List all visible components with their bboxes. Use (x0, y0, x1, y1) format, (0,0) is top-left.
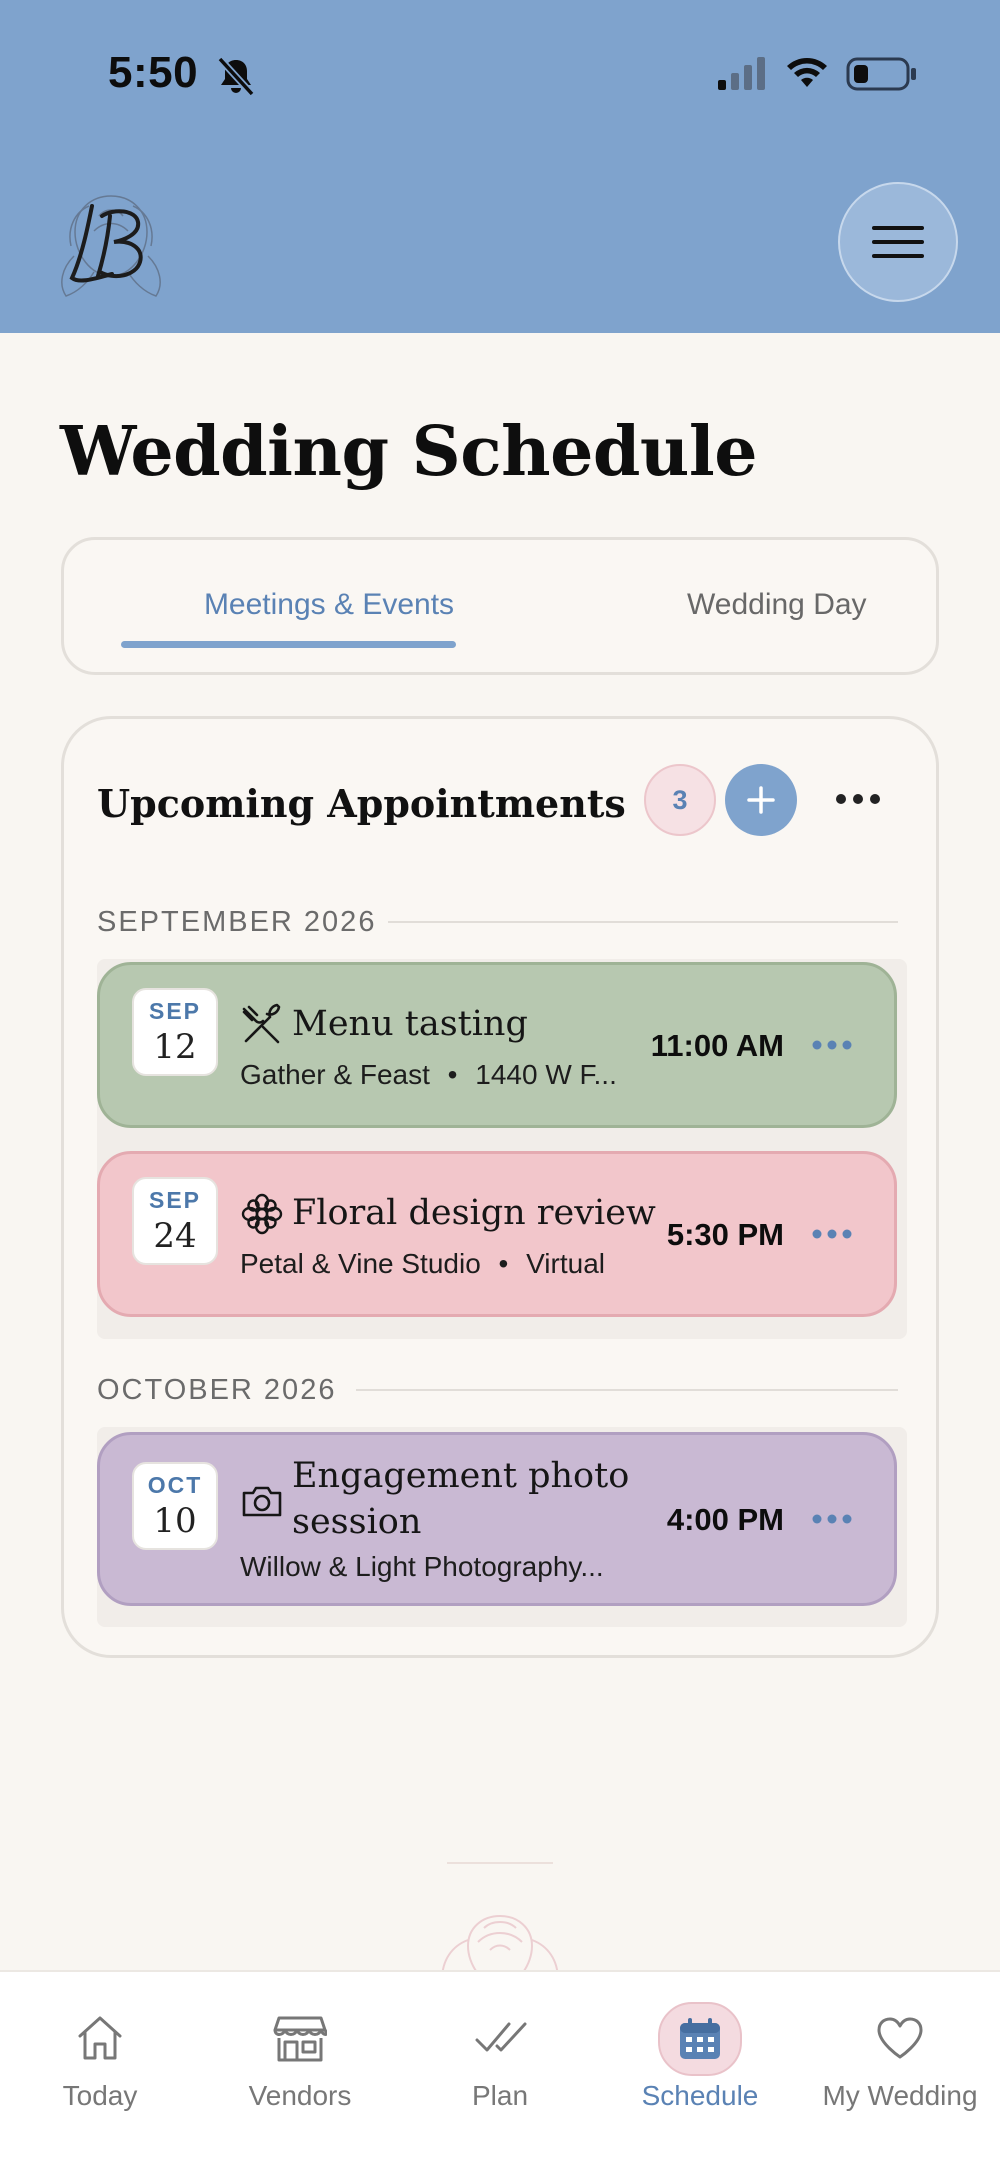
appointment-more-icon[interactable] (810, 1035, 854, 1055)
tab-wedding-day[interactable]: Wedding Day (584, 588, 974, 622)
hamburger-icon (872, 226, 924, 258)
appointment-menu-tasting[interactable]: SEP 12 Menu tasting Gather & Feast • 144… (97, 962, 897, 1128)
plus-icon (747, 786, 775, 814)
nav-label: Plan (471, 2080, 529, 2111)
appointment-details: Petal & Vine Studio • Virtual (240, 1248, 605, 1280)
more-horizontal-icon (836, 794, 880, 804)
active-tab-indicator (121, 641, 456, 648)
nav-label: My Wedding (822, 2080, 978, 2111)
appointment-title: Engagement photo session (292, 1453, 629, 1545)
lb-monogram-logo (61, 195, 161, 297)
appointment-location: 1440 W F... (475, 1059, 617, 1090)
separator: • (447, 1059, 458, 1090)
nav-label: Vendors (248, 2080, 352, 2111)
hamburger-menu-button[interactable] (838, 182, 958, 302)
nav-item-plan[interactable]: Plan (400, 1972, 600, 2168)
status-time: 5:50 (108, 48, 199, 97)
card-more-button[interactable] (828, 779, 888, 819)
appointment-more-icon[interactable] (810, 1224, 854, 1244)
double-check-icon (470, 2008, 530, 2068)
appointment-title: Floral design review (292, 1193, 656, 1233)
date-tile: OCT 10 (132, 1462, 218, 1550)
appointment-floral-design-review[interactable]: SEP 24 Floral design review Petal & Vine… (97, 1151, 897, 1317)
nav-item-my-wedding[interactable]: My Wedding (800, 1972, 1000, 2168)
month-label-october: OCTOBER 2026 (97, 1374, 337, 1406)
appointment-vendor: Petal & Vine Studio (240, 1248, 481, 1279)
nav-label: Today (62, 2080, 138, 2111)
camera-icon (242, 1486, 282, 1517)
appointment-vendor: Willow & Light Photography... (240, 1551, 604, 1582)
appointment-more-icon[interactable] (810, 1509, 854, 1529)
date-day: 24 (153, 1216, 197, 1256)
date-tile: SEP 24 (132, 1177, 218, 1265)
utensils-icon (242, 1003, 281, 1044)
appointment-vendor: Gather & Feast (240, 1059, 430, 1090)
bell-slash-icon (217, 56, 255, 97)
date-day: 10 (153, 1501, 197, 1541)
appointment-details: Willow & Light Photography... (240, 1551, 604, 1583)
appointment-engagement-photo-session[interactable]: OCT 10 Engagement photo session Willow &… (97, 1432, 897, 1606)
appointment-time: 5:30 PM (666, 1217, 784, 1252)
nav-item-today[interactable]: Today (0, 1972, 200, 2168)
appointment-title-line2: session (292, 1502, 422, 1542)
footer-divider (447, 1862, 553, 1864)
appointment-location: Virtual (526, 1248, 605, 1279)
battery-icon (846, 57, 916, 91)
bottom-navigation: Today Vendors Plan Schedule My Wedding (0, 1970, 1000, 2168)
date-month: SEP (148, 1187, 202, 1213)
wifi-icon (787, 58, 827, 87)
tab-meetings-events[interactable]: Meetings & Events (164, 588, 494, 622)
cellular-signal-icon (718, 57, 765, 90)
appointment-count-badge: 3 (644, 764, 716, 836)
nav-label: Schedule (641, 2080, 759, 2111)
appointment-time: 11:00 AM (650, 1028, 784, 1063)
month-divider (356, 1389, 898, 1391)
heart-icon (870, 2008, 930, 2068)
rose-decoration-icon (441, 1914, 559, 1980)
home-icon (70, 2008, 130, 2068)
store-icon (270, 2008, 330, 2068)
schedule-tabs: Meetings & Events Wedding Day (61, 537, 939, 675)
date-tile: SEP 12 (132, 988, 218, 1076)
appointment-time: 4:00 PM (666, 1502, 784, 1537)
add-appointment-button[interactable] (725, 764, 797, 836)
appointment-title: Menu tasting (292, 1004, 528, 1044)
date-day: 12 (153, 1027, 197, 1067)
card-title: Upcoming Appointments (97, 781, 626, 826)
date-month: OCT (147, 1472, 203, 1498)
month-divider (388, 921, 898, 923)
appointment-details: Gather & Feast • 1440 W F... (240, 1059, 617, 1091)
separator: • (498, 1248, 509, 1279)
month-label-september: SEPTEMBER 2026 (97, 906, 377, 938)
upcoming-appointments-card: Upcoming Appointments 3 SEPTEMBER 2026 S… (61, 716, 939, 1658)
calendar-icon (658, 2002, 742, 2076)
nav-item-schedule[interactable]: Schedule (600, 1972, 800, 2168)
page-title: Wedding Schedule (60, 412, 757, 492)
date-month: SEP (148, 998, 202, 1024)
nav-item-vendors[interactable]: Vendors (200, 1972, 400, 2168)
app-header: 5:50 (0, 0, 1000, 333)
appointment-title-line1: Engagement photo (292, 1456, 630, 1496)
flower-icon (241, 1193, 283, 1235)
